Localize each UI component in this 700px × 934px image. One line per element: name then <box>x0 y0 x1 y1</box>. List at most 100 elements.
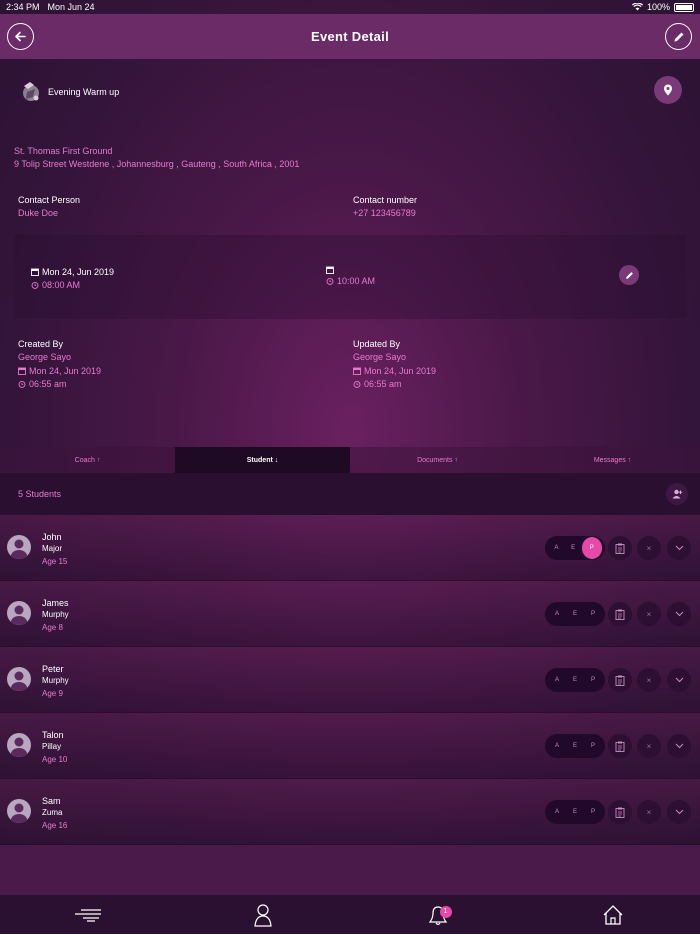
clipboard-icon <box>615 741 625 752</box>
student-row[interactable]: Talon Pillay Age 10 A E P × <box>0 713 700 779</box>
user-avatar-icon <box>10 605 28 625</box>
student-last-name: Murphy <box>42 610 69 619</box>
attendance-p-toggle[interactable]: P <box>584 605 602 623</box>
map-pin-icon <box>664 84 672 96</box>
expand-row-button[interactable] <box>667 800 691 824</box>
nav-home[interactable] <box>593 900 633 930</box>
chevron-down-icon <box>675 545 683 551</box>
student-first-name: Sam <box>42 796 61 806</box>
clipboard-icon <box>615 609 625 620</box>
student-row[interactable]: Sam Zuma Age 16 A E P × <box>0 779 700 845</box>
end-time-row: 10:00 AM <box>326 275 375 287</box>
remove-student-button[interactable]: × <box>637 668 661 692</box>
expand-row-button[interactable] <box>667 602 691 626</box>
student-row[interactable]: James Murphy Age 8 A E P × <box>0 581 700 647</box>
created-time: 06:55 am <box>29 379 67 389</box>
alarm-clock-icon <box>326 277 334 285</box>
attendance-p-toggle[interactable]: P <box>584 737 602 755</box>
chevron-down-icon <box>675 677 683 683</box>
close-icon: × <box>646 675 652 685</box>
expand-row-button[interactable] <box>667 734 691 758</box>
attendance-a-toggle[interactable]: A <box>548 539 565 557</box>
status-bar: 2:34 PM Mon Jun 24 100% <box>0 0 700 14</box>
attendance-a-toggle[interactable]: A <box>548 605 566 623</box>
nav-notifications[interactable]: 1 <box>418 900 458 930</box>
add-user-icon <box>672 489 682 499</box>
arrow-left-icon <box>15 31 26 42</box>
updated-by-name: George Sayo <box>353 352 407 362</box>
attendance-toggle-group: AEP <box>545 668 605 692</box>
avatar <box>7 535 31 559</box>
avatar <box>7 799 31 823</box>
student-first-name: John <box>42 532 62 542</box>
venue-address: 9 Tolip Street Westdene , Johannesburg ,… <box>14 159 300 169</box>
remove-student-button[interactable]: × <box>637 800 661 824</box>
created-by-label: Created By <box>18 339 64 349</box>
event-title-row: Evening Warm up <box>20 80 119 104</box>
student-first-name: Peter <box>42 664 64 674</box>
notes-button[interactable] <box>608 668 632 692</box>
end-time: 10:00 AM <box>337 276 376 286</box>
nav-profile[interactable] <box>243 900 283 930</box>
student-last-name: Major <box>42 544 63 553</box>
student-row[interactable]: John Major Age 15 A E P × <box>0 515 700 581</box>
nav-menu[interactable] <box>68 900 108 930</box>
status-date: Mon Jun 24 <box>47 2 95 12</box>
updated-time: 06:55 am <box>364 379 402 389</box>
attendance-p-toggle[interactable]: P <box>584 803 602 821</box>
students-header: 5 Students <box>0 473 700 515</box>
add-student-button[interactable] <box>666 483 688 505</box>
student-list: John Major Age 15 A E P × James Murphy Age 8 A E P × P… <box>0 515 700 845</box>
notes-button[interactable] <box>608 536 632 560</box>
student-age: Age 8 <box>42 623 63 632</box>
attendance-a-toggle[interactable]: A <box>548 671 566 689</box>
tab-coach[interactable]: Coach ↑ <box>0 447 175 473</box>
tab-student[interactable]: Student ↓ <box>175 447 350 473</box>
attendance-e-toggle[interactable]: E <box>566 671 584 689</box>
attendance-e-toggle[interactable]: E <box>566 737 584 755</box>
student-age: Age 10 <box>42 755 68 764</box>
attendance-toggle-group: AEP <box>545 734 605 758</box>
close-icon: × <box>646 807 652 817</box>
back-button[interactable] <box>7 23 34 50</box>
student-row[interactable]: Peter Murphy Age 9 A E P × <box>0 647 700 713</box>
tab-documents[interactable]: Documents ↑ <box>350 447 525 473</box>
expand-row-button[interactable] <box>667 536 691 560</box>
edit-schedule-button[interactable] <box>619 265 639 285</box>
updated-by-block: Updated By George Sayo Mon 24, Jun 2019 … <box>353 338 436 390</box>
contact-person-block: Contact Person Duke Doe <box>18 195 80 218</box>
student-last-name: Pillay <box>42 742 62 751</box>
attendance-e-toggle[interactable]: E <box>565 539 582 557</box>
user-avatar-icon <box>10 737 28 757</box>
close-icon: × <box>646 543 652 553</box>
created-date: Mon 24, Jun 2019 <box>29 366 102 376</box>
updated-date: Mon 24, Jun 2019 <box>364 366 437 376</box>
list-footer-space <box>0 845 700 895</box>
wifi-icon <box>631 3 643 11</box>
remove-student-button[interactable]: × <box>637 602 661 626</box>
attendance-a-toggle[interactable]: A <box>548 803 566 821</box>
updated-date-row: Mon 24, Jun 2019 <box>353 365 436 377</box>
attendance-p-toggle[interactable]: P <box>581 537 603 559</box>
attendance-p-toggle[interactable]: P <box>584 671 602 689</box>
calendar-icon <box>353 367 361 375</box>
contact-number-value[interactable]: +27 123456789 <box>353 208 417 218</box>
notes-button[interactable] <box>608 602 632 626</box>
remove-student-button[interactable]: × <box>637 536 661 560</box>
created-by-name: George Sayo <box>18 352 72 362</box>
alarm-clock-icon <box>353 380 361 388</box>
notes-button[interactable] <box>608 800 632 824</box>
attendance-a-toggle[interactable]: A <box>548 737 566 755</box>
expand-row-button[interactable] <box>667 668 691 692</box>
remove-student-button[interactable]: × <box>637 734 661 758</box>
location-button[interactable] <box>654 76 682 104</box>
notes-button[interactable] <box>608 734 632 758</box>
student-age: Age 16 <box>42 821 68 830</box>
chevron-down-icon <box>675 743 683 749</box>
attendance-e-toggle[interactable]: E <box>566 605 584 623</box>
edit-event-button[interactable] <box>665 23 692 50</box>
student-last-name: Zuma <box>42 808 63 817</box>
end-date-row <box>326 266 375 274</box>
attendance-e-toggle[interactable]: E <box>566 803 584 821</box>
tab-messages[interactable]: Messages ↑ <box>525 447 700 473</box>
